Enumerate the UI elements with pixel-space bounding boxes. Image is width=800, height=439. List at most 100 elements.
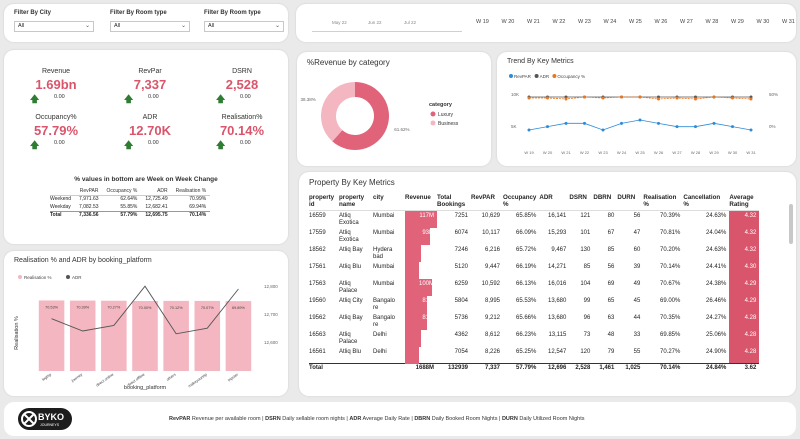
room-type-filter-2-dropdown[interactable]: All ⌄ bbox=[204, 21, 284, 32]
arrow-up-icon: 🡅 bbox=[216, 94, 226, 104]
column-header[interactable]: Average Rating bbox=[729, 192, 760, 211]
table-row: 18562 Atliq Bay Hydera bad 58M 7246 6,216 65.7… bbox=[309, 244, 760, 262]
table-scrollbar[interactable] bbox=[789, 204, 793, 244]
table-cell: 69.85% bbox=[660, 331, 681, 338]
table-cell: 7,337 bbox=[471, 363, 503, 376]
room-type-filter-dropdown[interactable]: All ⌄ bbox=[110, 21, 190, 32]
table-cell: Total bbox=[50, 210, 76, 219]
dropdown-value: All bbox=[114, 23, 121, 29]
column-header[interactable]: city bbox=[373, 192, 405, 211]
slice-label: 61.62% bbox=[394, 127, 409, 132]
week-button[interactable]: W 19 bbox=[476, 19, 489, 25]
data-point bbox=[638, 118, 642, 122]
table-cell: Bangalo re bbox=[373, 314, 396, 328]
table-cell: 49 bbox=[633, 280, 641, 287]
column-header[interactable]: Realisation % bbox=[171, 187, 211, 196]
bar bbox=[69, 300, 96, 371]
kpi-title: Occupancy% bbox=[35, 114, 77, 121]
legend-marker bbox=[534, 74, 539, 78]
data-point bbox=[601, 128, 605, 132]
bar bbox=[163, 300, 189, 371]
table-cell: 19560 bbox=[309, 297, 326, 304]
revenue-databar bbox=[405, 346, 420, 364]
table-cell: 70.14% bbox=[643, 363, 684, 376]
column-header[interactable]: DSRN bbox=[569, 192, 594, 211]
kpi-revpar: RevPar 7,337 🡅 0.00 bbox=[108, 68, 192, 104]
table-cell: 70.81% bbox=[660, 229, 681, 236]
column-header[interactable]: DBRN bbox=[593, 192, 618, 211]
table-cell: 65.66% bbox=[516, 314, 537, 321]
table-cell: 12,547 bbox=[548, 348, 567, 355]
data-point bbox=[620, 95, 623, 99]
column-header[interactable]: RevPAR bbox=[471, 192, 503, 211]
metric-description: Daily Utilized Room Nights bbox=[517, 416, 585, 422]
column-header[interactable] bbox=[50, 187, 76, 196]
table-cell: 70.27% bbox=[660, 348, 681, 355]
bar-value-label: 69.89% bbox=[232, 306, 246, 310]
table-cell: Atliq Bay bbox=[339, 314, 363, 321]
kpi-delta: 0.00 bbox=[148, 94, 159, 100]
metric-description: Revenue per available room | bbox=[190, 416, 266, 422]
bar-value-label: 70.53% bbox=[45, 305, 59, 309]
column-header[interactable]: RevPAR bbox=[75, 187, 103, 196]
table-cell: 69.94% bbox=[189, 203, 207, 210]
column-header[interactable]: Revenue bbox=[405, 192, 437, 211]
metric-key: ADR bbox=[349, 416, 362, 422]
table-cell bbox=[339, 363, 373, 376]
week-button[interactable]: W 24 bbox=[604, 19, 617, 25]
week-button[interactable]: W 25 bbox=[629, 19, 642, 25]
table-row: Weekend 7,971.63 62.64% 12,725.49 70.99% bbox=[50, 195, 210, 203]
table-cell: 13,115 bbox=[548, 331, 567, 338]
column-header[interactable]: property name bbox=[339, 192, 373, 211]
city-filter-dropdown[interactable]: All ⌄ bbox=[14, 21, 94, 32]
table-cell: Mumbai bbox=[373, 229, 395, 236]
week-button[interactable]: W 29 bbox=[731, 19, 744, 25]
week-button[interactable]: W 26 bbox=[655, 19, 668, 25]
column-header[interactable]: Realisation % bbox=[643, 192, 684, 211]
week-button[interactable]: W 20 bbox=[502, 19, 515, 25]
table-cell: 12,682.41 bbox=[145, 203, 168, 210]
logo-subtext: JOURNEYS bbox=[40, 423, 60, 427]
table-row: 17559 Atliq Exotica Mumbai 93M 6074 10,117 66.… bbox=[309, 227, 760, 245]
table-cell: 69 bbox=[607, 280, 615, 287]
table-cell: 55 bbox=[633, 348, 641, 355]
week-button[interactable]: W 23 bbox=[578, 19, 591, 25]
column-header[interactable]: property id bbox=[309, 192, 339, 211]
metric-key: DBRN bbox=[414, 416, 431, 422]
table-cell: 1,461 bbox=[593, 363, 618, 376]
table-cell: 53M bbox=[405, 261, 437, 279]
column-header[interactable]: ADR bbox=[141, 187, 172, 196]
x-tick-label: W 28 bbox=[691, 150, 701, 155]
data-point bbox=[675, 125, 679, 129]
week-button[interactable]: W 28 bbox=[706, 19, 719, 25]
table-cell: 17563 bbox=[309, 280, 326, 287]
table-cell: 81M bbox=[405, 312, 437, 330]
date-slider-track[interactable] bbox=[312, 31, 462, 32]
column-header[interactable]: Cancellation % bbox=[683, 192, 730, 211]
table-cell: 70.35% bbox=[660, 314, 681, 321]
week-button[interactable]: W 21 bbox=[527, 19, 540, 25]
table-cell: 70.20% bbox=[660, 246, 681, 253]
table-cell: 9,467 bbox=[551, 246, 567, 253]
week-button[interactable]: W 27 bbox=[680, 19, 693, 25]
table-cell: Weekday bbox=[50, 203, 71, 210]
table-row: 19560 Atliq City Bangalo re 81M 5804 8,995 65.… bbox=[309, 295, 760, 313]
legend-label: RevPAR bbox=[514, 74, 532, 79]
kpi-title: RevPar bbox=[138, 68, 162, 75]
bar bbox=[38, 300, 65, 371]
table-cell: 130 bbox=[580, 246, 591, 253]
column-header[interactable]: Occupancy % bbox=[503, 192, 540, 211]
week-button[interactable]: W 31 bbox=[782, 19, 795, 25]
column-header[interactable]: DURN bbox=[617, 192, 644, 211]
revenue-value: 81M bbox=[422, 314, 434, 321]
table-cell: 39 bbox=[633, 263, 641, 270]
data-point bbox=[564, 121, 568, 125]
column-header[interactable]: ADR bbox=[539, 192, 570, 211]
table-cell: 104 bbox=[580, 280, 591, 287]
week-button[interactable]: W 30 bbox=[757, 19, 770, 25]
column-header[interactable]: Occupancy % bbox=[102, 187, 142, 196]
column-header[interactable]: Total Bookings bbox=[437, 192, 471, 211]
table-cell: 45 bbox=[633, 297, 641, 304]
bar bbox=[225, 301, 252, 371]
week-button[interactable]: W 22 bbox=[553, 19, 566, 25]
